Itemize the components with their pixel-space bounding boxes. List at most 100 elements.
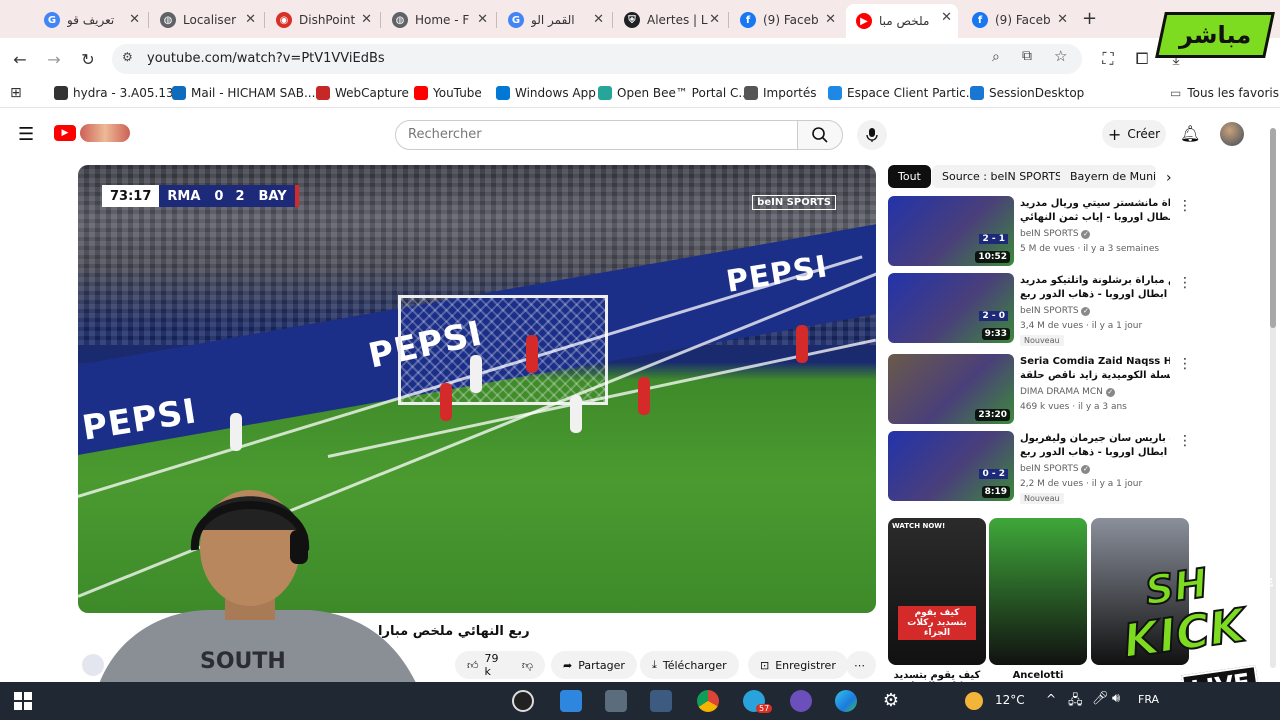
close-icon[interactable]: ✕ <box>477 12 488 27</box>
app-icon[interactable] <box>790 690 812 712</box>
bookmark-item[interactable]: Espace Client Partic... <box>828 86 977 100</box>
video-title-line2[interactable]: دوري أبطال أوروبا - إياب ثمن النهائي <box>1020 212 1170 223</box>
bookmark-star-icon[interactable]: ☆ <box>1054 47 1067 65</box>
more-options-icon[interactable]: ⋮ <box>1178 433 1192 449</box>
short-video-card[interactable]: WATCH NOW! كيف يقوم بتسديد ركلات الجزاء <box>888 518 986 665</box>
close-icon[interactable]: ✕ <box>941 10 952 25</box>
video-thumbnail[interactable]: 23:20 <box>888 354 1014 424</box>
related-video-item[interactable]: 2 - 0 9:33 ملخص مباراة برشلونة وأتلتيكو م… <box>888 273 1192 346</box>
bookmark-item[interactable]: hydra - 3.A05.13 <box>54 86 174 100</box>
short-caption[interactable]: Ancelotti <box>989 670 1087 682</box>
video-title-line2[interactable]: دوري أبطال أوروبا - ذهاب الدور ربع ... <box>1020 447 1170 458</box>
filter-chip[interactable]: Tout <box>888 165 931 188</box>
video-thumbnail[interactable]: 2 - 1 10:52 <box>888 196 1014 266</box>
close-icon[interactable]: ✕ <box>825 12 836 27</box>
system-tray-chevron-icon[interactable]: ^ <box>1046 692 1056 706</box>
related-video-item[interactable]: 2 - 1 10:52 ملخص مباراة مانشستر سيتي وريا… <box>888 196 1192 268</box>
bookmark-item[interactable]: WebCapture <box>316 86 409 100</box>
search-button[interactable] <box>797 120 843 150</box>
install-icon[interactable]: ⧉ <box>1022 48 1032 64</box>
browser-tab[interactable]: ◍ Localiser ✕ <box>150 6 262 34</box>
hamburger-menu-icon[interactable]: ☰ <box>18 124 34 145</box>
apps-grid-icon[interactable]: ⊞ <box>10 85 22 101</box>
more-options-icon[interactable]: ⋮ <box>1178 198 1192 214</box>
channel-name[interactable]: beIN SPORTS ✓ <box>1020 464 1091 474</box>
settings-gear-icon[interactable]: ⚙ <box>880 690 902 712</box>
video-thumbnail[interactable]: 2 - 0 9:33 <box>888 273 1014 343</box>
bookmark-item[interactable]: Importés <box>744 86 816 100</box>
related-video-item[interactable]: 23:20 Seria Comdia Zaid Naqss HD 20 سلسل… <box>888 354 1192 426</box>
calculator-icon[interactable] <box>605 690 627 712</box>
video-title-line1[interactable]: ملخص مباراة مانشستر سيتي وريال مدريد | <box>1020 198 1170 209</box>
microphone-tray-icon[interactable]: 🎤︎ <box>1092 691 1109 706</box>
chrome-icon[interactable] <box>697 690 719 712</box>
zoom-icon[interactable]: ⌕ <box>992 49 1000 65</box>
close-icon[interactable]: ✕ <box>245 12 256 27</box>
browser-tab[interactable]: f (9) Faceb ✕ <box>730 6 842 34</box>
short-video-card[interactable] <box>989 518 1087 665</box>
channel-name[interactable]: beIN SPORTS ✓ <box>1020 306 1091 316</box>
video-title-line2[interactable]: سلسلة الكوميدية زايد ناقص حلقة <box>1020 370 1170 381</box>
youtube-logo[interactable]: ▶ <box>54 125 76 141</box>
filter-chip[interactable]: Source : beIN SPORTS <box>932 165 1073 188</box>
address-bar[interactable]: ⚙ youtube.com/watch?v=PtV1VViEdBs ⌕ ⧉ ☆ <box>112 44 1082 74</box>
remote-desktop-icon[interactable] <box>560 690 582 712</box>
close-icon[interactable]: ✕ <box>593 12 604 27</box>
url-text[interactable]: youtube.com/watch?v=PtV1VViEdBs <box>147 51 385 66</box>
close-icon[interactable]: ✕ <box>1057 12 1068 27</box>
network-icon[interactable]: 🖧︎ <box>1068 691 1083 713</box>
close-icon[interactable]: ✕ <box>129 12 140 27</box>
scrollbar-thumb[interactable] <box>1270 128 1276 328</box>
video-title-line1[interactable]: Seria Comdia Zaid Naqss HD 20 <box>1020 356 1170 367</box>
search-input[interactable]: Rechercher <box>395 120 799 150</box>
voice-search-button[interactable] <box>857 120 887 150</box>
extensions-icon[interactable]: ⧠ <box>1130 47 1154 71</box>
dislike-icon[interactable]: 👎︎ <box>522 659 533 672</box>
notifications-bell-icon[interactable]: 🔔︎ <box>1180 124 1200 143</box>
site-info-icon[interactable]: ⚙ <box>122 50 133 64</box>
browser-tab[interactable]: G القمر الو ✕ <box>498 6 610 34</box>
volume-icon[interactable]: 🔊︎ <box>1112 691 1120 706</box>
bookmark-item[interactable]: Mail - HICHAM SAB... <box>172 86 315 100</box>
video-title-line1[interactable]: ملخص مباراة باريس سان جيرمان وليفربول | <box>1020 433 1170 444</box>
more-options-icon[interactable]: ⋮ <box>1178 356 1192 372</box>
more-options-icon[interactable]: ⋮ <box>1178 275 1192 291</box>
close-icon[interactable]: ✕ <box>709 12 720 27</box>
bookmark-item[interactable]: YouTube <box>414 86 482 100</box>
task-view-icon[interactable] <box>650 690 672 712</box>
video-title-line2[interactable]: دوري أبطال أوروبا - ذهاب الدور ربع ... <box>1020 289 1170 300</box>
browser-tab[interactable]: ◍ Home - F ✕ <box>382 6 494 34</box>
browser-tab[interactable]: G تعريف قو ✕ <box>34 6 146 34</box>
more-actions-button[interactable]: ⋯ <box>846 651 876 679</box>
edge-icon[interactable] <box>835 690 857 712</box>
download-button[interactable]: ⤓ Télécharger <box>640 651 739 679</box>
bookmark-item[interactable]: SessionDesktop <box>970 86 1084 100</box>
save-button[interactable]: ⊡ Enregistrer <box>748 651 848 679</box>
all-bookmarks-folder[interactable]: ▭ Tous les favoris <box>1170 86 1279 100</box>
temperature-text[interactable]: 12°C <box>995 693 1025 707</box>
channel-name[interactable]: beIN SPORTS ✓ <box>1020 229 1091 239</box>
related-video-item[interactable]: 0 - 2 8:19 ملخص مباراة باريس سان جيرمان و… <box>888 431 1192 504</box>
browser-tab[interactable]: f (9) Faceb ✕ <box>962 6 1074 34</box>
browser-tab[interactable]: ◉ DishPoint ✕ <box>266 6 378 34</box>
video-title-line1[interactable]: ملخص مباراة برشلونة وأتلتيكو مدريد | <box>1020 275 1170 286</box>
bookmark-item[interactable]: Open Bee™ Portal C... <box>598 86 750 100</box>
channel-name[interactable]: DIMA DRAMA MCN ✓ <box>1020 387 1115 397</box>
browser-tab[interactable]: ▶ ملخص مبا ✕ <box>846 4 958 38</box>
create-button[interactable]: + Créer <box>1102 120 1166 148</box>
browser-tab[interactable]: ⛨ Alertes | L ✕ <box>614 6 726 34</box>
filter-chip[interactable]: Bayern de Munic <box>1060 165 1156 188</box>
language-indicator[interactable]: FRA <box>1138 693 1159 706</box>
close-icon[interactable]: ✕ <box>361 12 372 27</box>
screenshot-icon[interactable]: ⛶ <box>1096 47 1120 71</box>
new-tab-button[interactable]: + <box>1082 8 1097 29</box>
bookmark-item[interactable]: Windows App <box>496 86 596 100</box>
reload-icon[interactable]: ↻ <box>76 47 100 71</box>
video-thumbnail[interactable]: 0 - 2 8:19 <box>888 431 1014 501</box>
forward-icon[interactable]: → <box>42 47 66 71</box>
avatar[interactable] <box>1220 122 1244 146</box>
obs-icon[interactable] <box>512 690 534 712</box>
share-button[interactable]: ➦ Partager <box>551 651 637 679</box>
chips-next-icon[interactable]: › <box>1166 170 1172 186</box>
back-icon[interactable]: ← <box>8 47 32 71</box>
